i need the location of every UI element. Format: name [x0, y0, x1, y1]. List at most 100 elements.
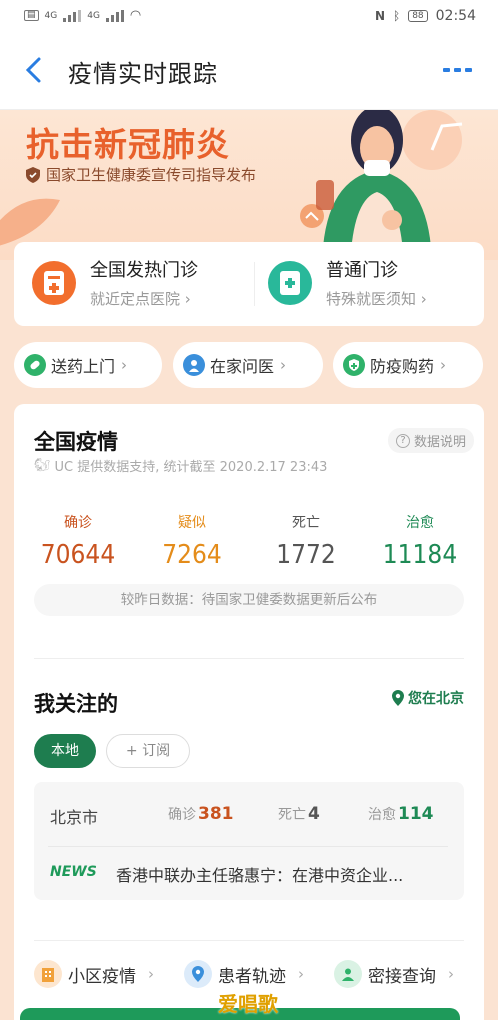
news-badge: NEWS: [50, 864, 97, 880]
location-label: 您在北京: [408, 691, 464, 707]
leaf-decoration: [0, 198, 60, 246]
status-bar: ▤ 4G 4G ◠ N ᛒ 88 02:54: [0, 0, 498, 34]
tab-local[interactable]: 本地: [34, 734, 96, 768]
medicine-delivery-button[interactable]: 送药上门 ›: [14, 342, 162, 388]
city-name: 北京市: [50, 808, 99, 827]
city-panel[interactable]: 北京市 确诊 381 死亡 4 治愈 114 NEWS 香港中联办主任骆惠宁：在港中资…: [34, 782, 464, 900]
stat-suspected-label: 疑似: [178, 515, 206, 531]
fever-clinic-name: 全国发热门诊: [90, 260, 198, 281]
uc-logo-icon: 🐿: [34, 458, 51, 473]
chevron-right-icon: ›: [280, 356, 287, 374]
nfc-icon: N: [374, 9, 385, 23]
banner: 抗击新冠肺炎 国家卫生健康委宣传司指导发布: [0, 110, 498, 260]
online-consult-button[interactable]: 在家问医 ›: [173, 342, 323, 388]
epidemic-pharmacy-label: 防疫购药: [370, 357, 435, 376]
city-confirmed-label: 确诊: [168, 807, 196, 823]
stat-confirmed-label: 确诊: [64, 515, 92, 531]
city-deaths: 死亡 4: [278, 804, 320, 824]
nav-bar: 疫情实时跟踪: [0, 34, 498, 110]
shield-plus-icon: [343, 354, 365, 376]
city-deaths-value: 4: [308, 804, 320, 824]
clinic-card: 全国发热门诊 就近定点医院 › 普通门诊 特殊就医须知 ›: [14, 242, 484, 326]
pill-icon: [24, 354, 46, 376]
general-clinic-entry[interactable]: 普通门诊 特殊就医须知 ›: [268, 256, 427, 309]
divider: [34, 940, 464, 941]
fever-clinic-entry[interactable]: 全国发热门诊 就近定点医院 ›: [32, 256, 198, 309]
subscribe-button[interactable]: + 订阅: [106, 734, 190, 768]
stat-suspected: 疑似 7264: [142, 512, 242, 570]
signal-icon: [63, 9, 82, 22]
compare-notice: 较昨日数据：待国家卫健委数据更新后公布: [34, 584, 464, 616]
community-epidemic-button[interactable]: 小区疫情 ›: [34, 960, 154, 988]
fever-clinic-icon: [32, 260, 76, 305]
building-icon: [34, 960, 62, 988]
banner-title: 抗击新冠肺炎: [26, 125, 230, 164]
banner-subtitle-text: 国家卫生健康委宣传司指导发布: [46, 166, 257, 184]
general-clinic-desc: 特殊就医须知 ›: [326, 290, 427, 308]
divider: [254, 262, 255, 306]
general-clinic-name: 普通门诊: [326, 260, 398, 281]
stat-deaths-value: 1772: [276, 540, 336, 570]
shield-icon: [26, 166, 40, 183]
stat-confirmed-value: 70644: [40, 540, 116, 570]
stat-cured-label: 治愈: [406, 515, 434, 531]
close-contact-label: 密接查询: [368, 966, 436, 987]
close-contact-button[interactable]: 密接查询 ›: [334, 960, 454, 988]
follow-title: 我关注的: [34, 692, 118, 716]
patient-track-label: 患者轨迹: [218, 966, 286, 987]
fever-clinic-desc: 就近定点医院 ›: [90, 290, 191, 308]
location-pin-icon: [184, 960, 212, 988]
stat-deaths-label: 死亡: [292, 515, 320, 531]
community-epidemic-label: 小区疫情: [68, 966, 136, 987]
epidemic-pharmacy-button[interactable]: 防疫购药 ›: [333, 342, 483, 388]
chevron-right-icon: ›: [440, 356, 447, 374]
city-cured: 治愈 114: [368, 804, 434, 824]
city-cured-value: 114: [398, 804, 434, 824]
doctor-icon: [183, 354, 205, 376]
online-consult-label: 在家问医: [210, 357, 275, 376]
data-explanation-button[interactable]: ? 数据说明: [387, 428, 474, 453]
divider: [48, 846, 448, 847]
question-icon: ?: [395, 433, 410, 448]
city-confirmed: 确诊 381: [168, 804, 234, 824]
chevron-right-icon: ›: [148, 965, 154, 983]
signal-icon-2: [105, 9, 124, 22]
chevron-right-icon: ›: [121, 356, 128, 374]
banner-subtitle: 国家卫生健康委宣传司指导发布: [26, 164, 256, 185]
general-clinic-icon: [268, 260, 312, 305]
more-icon[interactable]: [443, 68, 472, 72]
stat-cured: 治愈 11184: [370, 512, 470, 570]
data-source-text: UC 提供数据支持, 统计截至 2020.2.17 23:43: [54, 460, 328, 475]
location-indicator[interactable]: 您在北京: [392, 688, 464, 708]
epidemic-card: 全国疫情 ? 数据说明 🐿 UC 提供数据支持, 统计截至 2020.2.17 …: [14, 404, 484, 1020]
data-explanation-label: 数据说明: [413, 435, 466, 450]
city-deaths-label: 死亡: [278, 807, 306, 823]
national-title: 全国疫情: [34, 430, 118, 454]
watermark: 爱唱歌: [218, 992, 278, 1016]
medicine-delivery-label: 送药上门: [51, 357, 116, 376]
page-title: 疫情实时跟踪: [68, 60, 218, 88]
doctor-illustration: [300, 110, 463, 260]
chevron-right-icon: ›: [448, 965, 454, 983]
data-source: 🐿 UC 提供数据支持, 统计截至 2020.2.17 23:43: [34, 456, 327, 475]
patient-track-button[interactable]: 患者轨迹 ›: [184, 960, 304, 988]
stat-deaths: 死亡 1772: [256, 512, 356, 570]
location-pin-icon: [392, 690, 404, 706]
clock: 02:54: [435, 8, 476, 24]
stat-cured-value: 11184: [382, 540, 458, 570]
network-type-2: 4G: [87, 10, 100, 21]
battery-icon: 88: [408, 10, 428, 22]
city-cured-label: 治愈: [368, 807, 396, 823]
wifi-icon: ◠: [129, 8, 142, 23]
network-type-1: 4G: [44, 10, 58, 21]
back-icon[interactable]: [22, 56, 46, 84]
chevron-right-icon: ›: [298, 965, 304, 983]
city-confirmed-value: 381: [198, 804, 234, 824]
stat-suspected-value: 7264: [162, 540, 222, 570]
bluetooth-icon: ᛒ: [392, 9, 401, 23]
sim-icon: ▤: [24, 10, 39, 21]
stat-confirmed: 确诊 70644: [28, 512, 128, 570]
divider: [34, 658, 464, 659]
news-headline[interactable]: 香港中联办主任骆惠宁：在港中资企业...: [116, 862, 446, 886]
person-icon: [334, 960, 362, 988]
